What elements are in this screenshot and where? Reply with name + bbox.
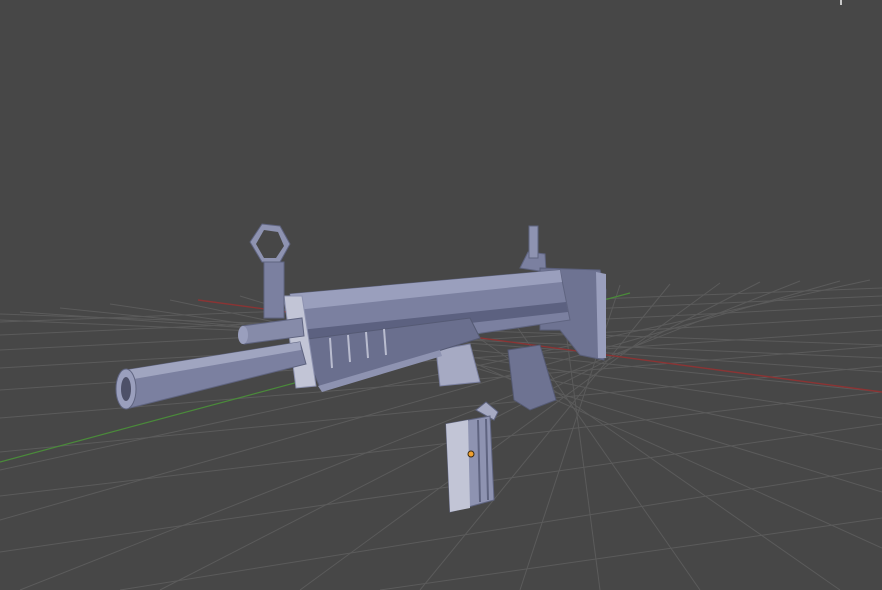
viewport-canvas[interactable] [0, 0, 882, 590]
viewport-corner-handle[interactable] [840, 0, 842, 5]
rifle-model[interactable] [115, 223, 607, 411]
3d-viewport[interactable] [0, 0, 882, 590]
object-origin-icon [467, 450, 475, 458]
